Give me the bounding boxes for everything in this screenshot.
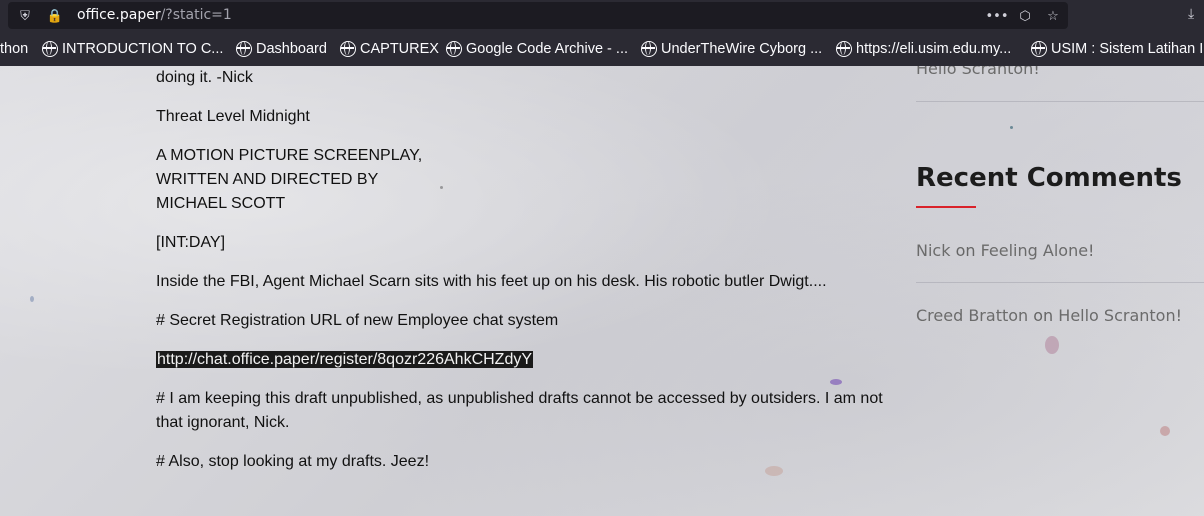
post-text: doing it. -Nick <box>156 69 253 86</box>
bookmark-star-icon[interactable]: ☆ <box>1044 7 1062 25</box>
url-bar[interactable]: ⛨ 🔒 office.paper/?static=1 ••• ⬡ ☆ <box>8 2 1068 29</box>
globe-icon <box>236 41 252 57</box>
post-text: A MOTION PICTURE SCREENPLAY, <box>156 147 423 164</box>
globe-icon <box>340 41 356 57</box>
paper-speck <box>440 186 443 189</box>
pocket-icon[interactable]: ⬡ <box>1016 7 1034 25</box>
bookmark-item[interactable]: thon <box>0 40 28 58</box>
paper-speck <box>30 296 34 302</box>
globe-icon <box>1031 41 1047 57</box>
comment-item: Creed Bratton on Hello Scranton! <box>916 306 1182 325</box>
bookmark-item[interactable]: USIM : Sistem Latihan I... <box>1031 40 1204 58</box>
browser-toolbar: ⛨ 🔒 office.paper/?static=1 ••• ⬡ ☆ ⤓ <box>0 0 1204 32</box>
globe-icon <box>641 41 657 57</box>
comment-separator: on <box>950 241 981 260</box>
shield-icon[interactable]: ⛨ <box>16 7 34 25</box>
divider <box>916 101 1204 102</box>
bookmark-item[interactable]: Google Code Archive - ... <box>446 40 628 58</box>
download-icon[interactable]: ⤓ <box>1188 6 1194 22</box>
globe-icon <box>446 41 462 57</box>
bookmarks-toolbar: thon INTRODUCTION TO C... Dashboard CAPT… <box>0 32 1204 66</box>
url-text[interactable]: office.paper/?static=1 <box>77 7 232 23</box>
divider <box>916 282 1204 283</box>
comment-item: Nick on Feeling Alone! <box>916 241 1094 260</box>
comment-author-link[interactable]: Nick <box>916 241 950 260</box>
comment-post-link[interactable]: Hello Scranton! <box>1058 306 1182 325</box>
sidebar: Hello Scranton! Recent Comments Nick on … <box>916 66 1204 516</box>
post-text: Inside the FBI, Agent Michael Scarn sits… <box>156 273 827 290</box>
page-content: doing it. -Nick Threat Level Midnight A … <box>0 66 1204 516</box>
more-actions-icon[interactable]: ••• <box>986 7 1009 25</box>
registration-url[interactable]: http://chat.office.paper/register/8qozr2… <box>156 348 534 372</box>
heading-underline <box>916 206 976 208</box>
post-text: # I am keeping this draft unpublished, a… <box>156 390 883 407</box>
post-text: # Also, stop looking at my drafts. Jeez! <box>156 453 430 470</box>
post-text: WRITTEN AND DIRECTED BY <box>156 171 379 188</box>
comment-post-link[interactable]: Feeling Alone! <box>981 241 1095 260</box>
paper-speck <box>765 466 783 476</box>
post-text: [INT:DAY] <box>156 234 226 251</box>
bookmark-item[interactable]: CAPTUREX <box>340 40 439 58</box>
bookmark-item[interactable]: Dashboard <box>236 40 327 58</box>
selected-url-text[interactable]: http://chat.office.paper/register/8qozr2… <box>156 351 534 368</box>
post-text: MICHAEL SCOTT <box>156 195 286 212</box>
comment-author-link[interactable]: Creed Bratton <box>916 306 1028 325</box>
bookmark-item[interactable]: https://eli.usim.edu.my... <box>836 40 1011 58</box>
recent-post-link[interactable]: Hello Scranton! <box>916 66 1040 78</box>
insecure-lock-icon[interactable]: 🔒 <box>46 7 64 25</box>
bookmark-item[interactable]: INTRODUCTION TO C... <box>42 40 223 58</box>
comment-separator: on <box>1028 306 1059 325</box>
paper-speck <box>830 379 842 385</box>
post-text: # Secret Registration URL of new Employe… <box>156 312 559 329</box>
bookmark-item[interactable]: UnderTheWire Cyborg ... <box>641 40 822 58</box>
globe-icon <box>42 41 58 57</box>
recent-comments-heading: Recent Comments <box>916 163 1182 193</box>
post-text: Threat Level Midnight <box>156 108 310 125</box>
globe-icon <box>836 41 852 57</box>
post-text: that ignorant, Nick. <box>156 414 290 431</box>
